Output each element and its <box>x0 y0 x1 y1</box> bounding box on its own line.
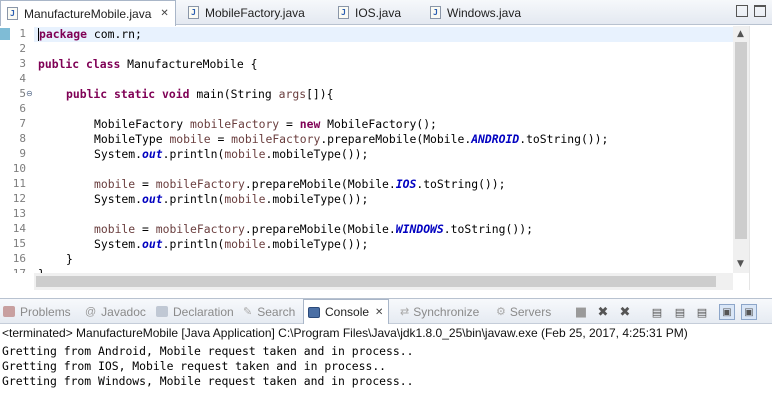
tab-label: Problems <box>20 304 71 319</box>
editor-tab-bar: J ManufactureMobile.java ✕ J MobileFacto… <box>0 0 772 26</box>
editor-horizontal-scrollbar[interactable] <box>34 273 733 290</box>
scrollbar-thumb[interactable] <box>36 276 716 287</box>
search-icon: ✎ <box>243 306 253 318</box>
code-line-14: mobile = mobileFactory.prepareMobile(Mob… <box>94 222 533 236</box>
tab-declaration[interactable]: Declaration <box>156 299 234 324</box>
display-selected-console-icon[interactable]: ▣ <box>741 304 757 320</box>
tab-label: Search <box>257 304 296 319</box>
java-file-icon: J <box>430 6 441 19</box>
tab-label: Windows.java <box>447 5 522 20</box>
remove-launch-icon[interactable]: ✖ <box>595 304 611 320</box>
tab-label: Synchronize <box>413 304 480 319</box>
scroll-up-icon[interactable]: ▲ <box>737 29 744 39</box>
console-output[interactable]: <terminated> ManufactureMobile [Java App… <box>0 325 772 404</box>
tab-search[interactable]: ✎ Search <box>243 299 295 324</box>
clear-console-icon[interactable]: ▤ <box>694 304 710 320</box>
line-number: 11 <box>12 177 26 190</box>
console-line: Gretting from Windows, Mobile request ta… <box>2 374 414 388</box>
remove-all-terminated-icon[interactable]: ✖ <box>617 304 633 320</box>
tab-label: Declaration <box>173 304 234 319</box>
maximize-icon[interactable] <box>754 5 766 17</box>
code-line-3: public class ManufactureMobile { <box>38 57 258 71</box>
line-number: 16 <box>12 252 26 265</box>
tab-label: ManufactureMobile.java <box>24 6 152 21</box>
tab-label: Javadoc <box>101 304 146 319</box>
tab-javadoc[interactable]: @ Javadoc <box>85 299 146 324</box>
terminated-status: <terminated> ManufactureMobile [Java App… <box>2 326 688 340</box>
problems-icon <box>3 306 15 317</box>
editor-vertical-scrollbar[interactable]: ▲ ▼ <box>733 26 749 273</box>
close-icon[interactable]: ✕ <box>375 307 383 318</box>
minimize-icon[interactable] <box>736 5 748 17</box>
console-line: Gretting from Android, Mobile request ta… <box>2 344 414 358</box>
close-icon[interactable]: ✕ <box>160 8 168 19</box>
view-tab-bar: Problems @ Javadoc Declaration ✎ Search … <box>0 298 772 324</box>
code-line-11: mobile = mobileFactory.prepareMobile(Mob… <box>94 177 506 191</box>
java-file-icon: J <box>7 7 18 20</box>
tab-problems[interactable]: Problems <box>3 299 71 324</box>
code-area[interactable]: package com.rn; public class Manufacture… <box>38 26 733 273</box>
tab-ios-java[interactable]: J IOS.java <box>332 0 420 25</box>
tab-manufacturemobile-java[interactable]: J ManufactureMobile.java ✕ <box>0 0 176 26</box>
fold-collapse-icon[interactable]: ⊖ <box>26 89 33 98</box>
line-number: 3 <box>19 57 26 70</box>
code-line-9: System.out.println(mobile.mobileType()); <box>94 147 369 161</box>
code-editor[interactable]: 1 2 3 4 5 ⊖ 6 7 8 9 10 11 12 13 14 15 16… <box>0 26 772 290</box>
code-line-1: package com.rn; <box>38 27 142 41</box>
scrollbar-thumb[interactable] <box>735 42 747 239</box>
tab-mobilefactory-java[interactable]: J MobileFactory.java <box>182 0 328 25</box>
terminate-icon[interactable]: ■ <box>573 304 589 320</box>
line-number: 12 <box>12 192 26 205</box>
line-number: 4 <box>19 72 26 85</box>
line-number: 5 <box>19 87 26 100</box>
line-number-gutter: 1 2 3 4 5 ⊖ 6 7 8 9 10 11 12 13 14 15 16… <box>0 26 34 273</box>
tab-label: MobileFactory.java <box>205 5 305 20</box>
pin-console-icon[interactable]: ▣ <box>719 304 735 320</box>
line-number: 13 <box>12 207 26 220</box>
overview-ruler[interactable] <box>749 26 772 290</box>
line-number: 1 <box>19 27 26 40</box>
java-file-icon: J <box>188 6 199 19</box>
line-number: 6 <box>19 102 26 115</box>
code-line-5: public static void main(String args[]){ <box>66 87 334 101</box>
console-line: Gretting from IOS, Mobile request taken … <box>2 359 387 373</box>
console-icon <box>308 306 320 318</box>
code-line-15: System.out.println(mobile.mobileType()); <box>94 237 369 251</box>
line-number: 9 <box>19 147 26 160</box>
tab-console[interactable]: Console ✕ <box>303 299 389 324</box>
code-line-7: MobileFactory mobileFactory = new Mobile… <box>94 117 437 131</box>
tab-label: Console <box>325 305 370 319</box>
line-number: 8 <box>19 132 26 145</box>
line-number: 7 <box>19 117 26 130</box>
line-number: 10 <box>12 162 26 175</box>
code-line-12: System.out.println(mobile.mobileType()); <box>94 192 369 206</box>
at-icon: @ <box>85 305 97 318</box>
line-number: 15 <box>12 237 26 250</box>
tab-synchronize[interactable]: ⇄ Synchronize <box>400 299 479 324</box>
scroll-down-icon[interactable]: ▼ <box>737 259 744 269</box>
code-line-8: MobileType mobile = mobileFactory.prepar… <box>94 132 609 146</box>
scroll-lock-icon[interactable]: ▤ <box>649 304 665 320</box>
tab-label: Servers <box>509 304 552 319</box>
tab-windows-java[interactable]: J Windows.java <box>424 0 534 25</box>
code-line-16: } <box>66 252 73 266</box>
line-number: 14 <box>12 222 26 235</box>
java-file-icon: J <box>338 6 349 19</box>
tab-label: IOS.java <box>355 5 402 20</box>
tab-servers[interactable]: ⚙ Servers <box>496 299 551 324</box>
line-number: 2 <box>19 42 26 55</box>
declaration-icon <box>156 306 168 317</box>
servers-icon: ⚙ <box>496 306 506 318</box>
synchronize-icon: ⇄ <box>400 306 410 318</box>
word-wrap-icon[interactable]: ▤ <box>672 304 688 320</box>
line-number: 17 <box>8 267 26 273</box>
